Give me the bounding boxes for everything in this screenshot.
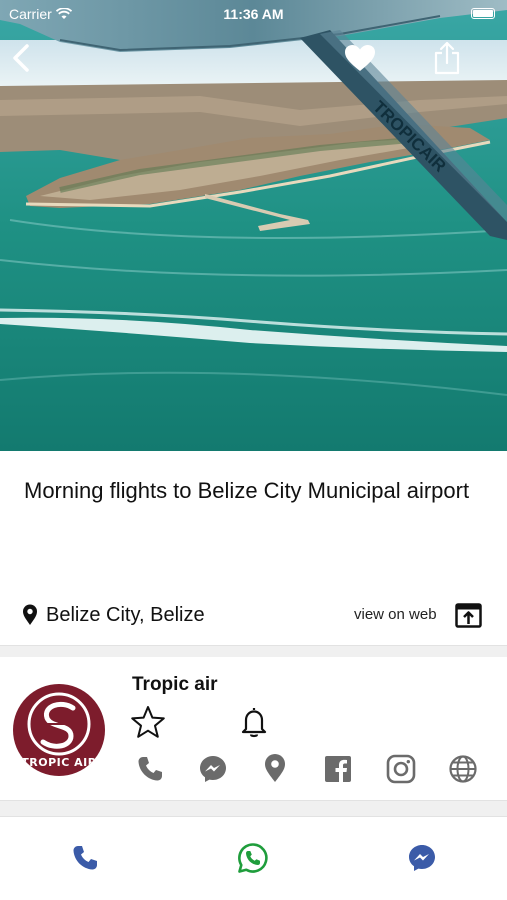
- status-time: 11:36 AM: [223, 6, 284, 22]
- listing-title: Morning flights to Belize City Municipal…: [24, 478, 470, 503]
- phone-icon: [138, 757, 162, 781]
- bottom-messenger-button[interactable]: [405, 841, 439, 875]
- messenger-icon: [200, 756, 226, 782]
- star-button[interactable]: [130, 705, 166, 739]
- battery-icon: [471, 8, 495, 19]
- directions-action-button[interactable]: [258, 752, 292, 786]
- open-web-icon[interactable]: [455, 603, 482, 628]
- facebook-action-button[interactable]: [321, 752, 355, 786]
- chevron-left-icon: [13, 44, 29, 72]
- heart-icon: [345, 45, 375, 71]
- status-bar: Carrier 11:36 AM: [0, 0, 507, 28]
- favorite-button[interactable]: [340, 40, 380, 76]
- view-on-web-link[interactable]: view on web: [354, 606, 437, 623]
- share-icon: [434, 41, 460, 75]
- website-action-button[interactable]: [446, 752, 480, 786]
- location-row: Belize City, Belize view on web: [0, 596, 507, 640]
- whatsapp-icon: [238, 843, 268, 873]
- phone-icon: [73, 846, 97, 870]
- map-pin-icon: [23, 604, 37, 625]
- section-divider: [0, 645, 507, 657]
- share-button[interactable]: [428, 38, 466, 78]
- call-action-button[interactable]: [133, 752, 167, 786]
- instagram-action-button[interactable]: [384, 752, 418, 786]
- business-name[interactable]: Tropic air: [132, 674, 218, 696]
- messenger-action-button[interactable]: [196, 752, 230, 786]
- back-button[interactable]: [6, 40, 36, 76]
- messenger-icon: [409, 845, 435, 871]
- facebook-icon: [325, 756, 351, 782]
- globe-icon: [449, 755, 477, 783]
- star-icon: [131, 706, 165, 738]
- bottom-call-button[interactable]: [68, 841, 102, 875]
- location-text: Belize City, Belize: [46, 604, 205, 626]
- bottom-contact-bar: [0, 817, 507, 900]
- section-divider: [0, 800, 507, 817]
- bottom-whatsapp-button[interactable]: [236, 841, 270, 875]
- logo-text: TROPIC AIR: [21, 756, 97, 769]
- notification-button[interactable]: [238, 705, 270, 739]
- instagram-icon: [386, 754, 416, 784]
- bell-icon: [241, 708, 267, 738]
- map-pin-icon: [265, 754, 285, 782]
- business-logo[interactable]: TROPIC AIR: [13, 684, 105, 776]
- hero-photo: TROPICAIR Carrier 11:36 AM: [0, 0, 507, 451]
